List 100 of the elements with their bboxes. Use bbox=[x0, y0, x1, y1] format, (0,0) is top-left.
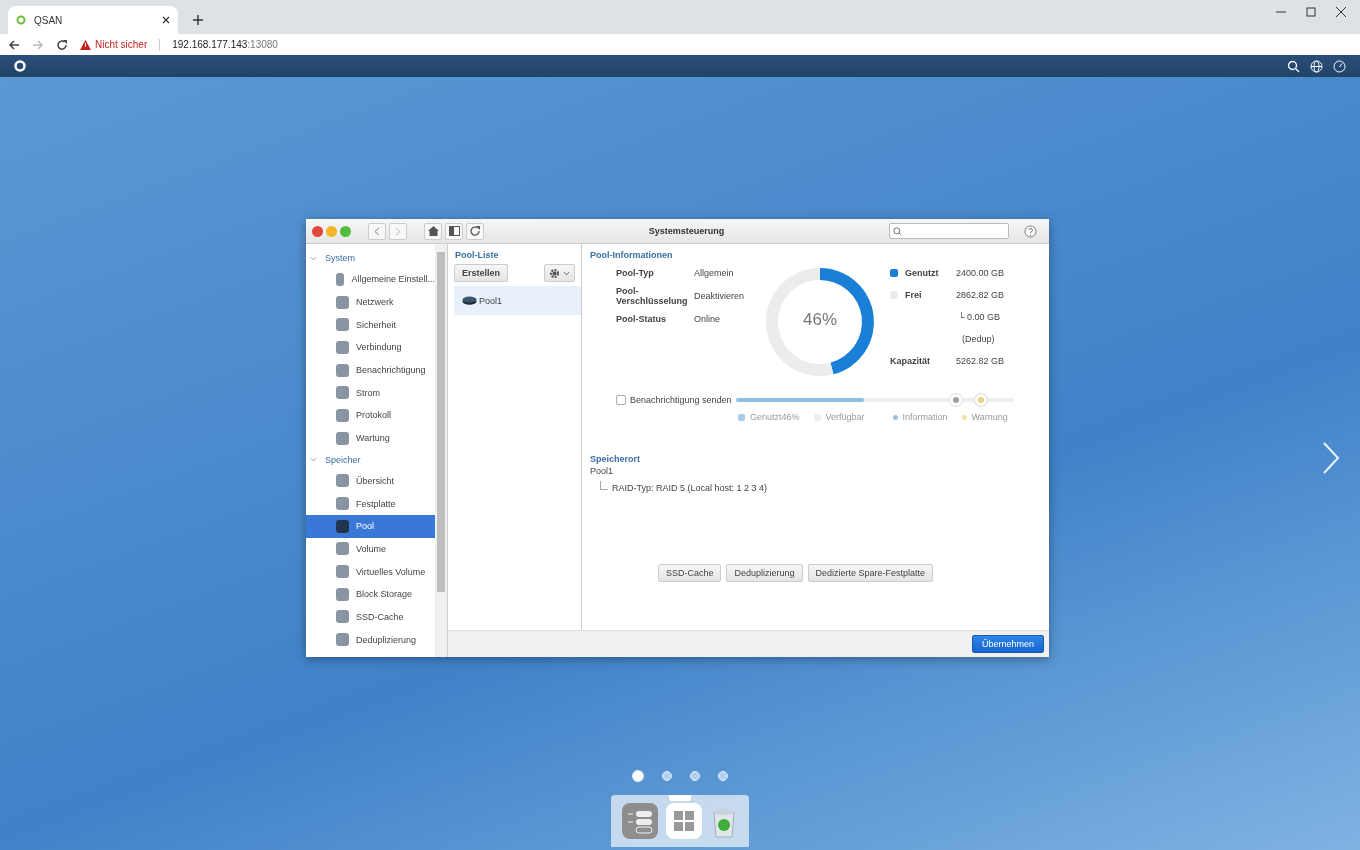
chevron-left-icon bbox=[374, 226, 380, 236]
field-label: Pool-Status bbox=[616, 314, 667, 324]
search-icon[interactable] bbox=[1287, 59, 1300, 73]
section-label[interactable]: Speicher bbox=[325, 454, 361, 465]
sidebar-item[interactable]: Sicherheit bbox=[306, 313, 435, 337]
page-dot[interactable] bbox=[718, 771, 728, 781]
page-dot[interactable] bbox=[690, 771, 700, 781]
sidebar-item[interactable]: Deduplizierung bbox=[306, 628, 435, 651]
legend-value: 2862.82 GB bbox=[956, 290, 1005, 300]
action-button[interactable]: SSD-Cache bbox=[657, 564, 722, 582]
raid-info: RAID-Typ: RAID 5 (Local host: 1 2 3 4) bbox=[612, 483, 768, 493]
close-icon[interactable] bbox=[1336, 7, 1346, 17]
page-dot[interactable] bbox=[662, 771, 672, 781]
favicon-icon bbox=[16, 15, 26, 25]
item-label: Pool bbox=[356, 521, 374, 532]
item-label: SSD-Cache bbox=[356, 611, 404, 622]
tile-icon bbox=[336, 474, 349, 488]
action-button[interactable]: Dedizierte Spare-Festplatte bbox=[807, 564, 934, 582]
chevron-icon[interactable] bbox=[310, 255, 317, 261]
globe-icon[interactable] bbox=[1310, 59, 1323, 73]
pool-item[interactable]: Pool1 bbox=[454, 286, 581, 315]
settings-button[interactable] bbox=[544, 264, 575, 282]
grid-icon[interactable] bbox=[666, 803, 702, 839]
sidebar-item[interactable]: Strom bbox=[306, 381, 435, 405]
search-field[interactable] bbox=[889, 223, 1009, 239]
capacity-value: 5262.82 GB bbox=[956, 356, 1005, 366]
item-label: Block Storage bbox=[356, 589, 413, 600]
chevron-right-icon[interactable] bbox=[1322, 441, 1340, 475]
legend-label: Verfügbar bbox=[825, 412, 865, 422]
dock-handle[interactable] bbox=[669, 795, 691, 801]
sidebar-item[interactable]: Übersicht bbox=[306, 469, 435, 493]
tile-icon bbox=[336, 519, 349, 533]
item-label: Virtuelles Volume bbox=[356, 566, 426, 577]
forward-button[interactable] bbox=[389, 222, 407, 240]
search-icon bbox=[893, 226, 902, 236]
sidebar-item[interactable]: Virtuelles Volume bbox=[306, 560, 435, 583]
item-label: Strom bbox=[356, 387, 380, 398]
sidebar-item[interactable]: Wartung bbox=[306, 426, 435, 450]
toggles-icon[interactable] bbox=[622, 803, 658, 839]
chevron-icon[interactable] bbox=[310, 457, 317, 462]
dedup-label: (Dedup) bbox=[961, 334, 996, 344]
sidebar-item[interactable]: Benachrichtigung bbox=[306, 358, 435, 382]
sidebar-item[interactable]: Pool bbox=[306, 514, 435, 538]
item-label: Sicherheit bbox=[356, 319, 397, 330]
legend-label: Frei bbox=[905, 290, 922, 300]
scrollbar[interactable] bbox=[435, 244, 447, 657]
forward-icon[interactable] bbox=[32, 38, 44, 51]
sidebar-item[interactable]: Allgemeine Einstell... bbox=[306, 268, 435, 291]
panel-toggle-button[interactable] bbox=[445, 222, 463, 240]
tile-icon bbox=[336, 363, 349, 377]
usage-slider[interactable] bbox=[736, 394, 1014, 406]
refresh-button[interactable] bbox=[466, 222, 484, 240]
tile-icon bbox=[336, 340, 349, 354]
warning-icon bbox=[80, 39, 91, 50]
item-label: Pool1 bbox=[479, 295, 503, 306]
sidebar-item[interactable]: Protokoll bbox=[306, 404, 435, 427]
back-icon[interactable] bbox=[8, 38, 20, 51]
create-button[interactable]: Erstellen bbox=[454, 264, 509, 282]
percent-label: 46% bbox=[802, 310, 838, 330]
tile-icon bbox=[336, 497, 349, 511]
apply-button[interactable]: Übernehmen bbox=[971, 635, 1044, 653]
sidebar-item[interactable]: Festplatte bbox=[306, 492, 435, 515]
settings-icon bbox=[549, 267, 560, 279]
pool-name: Pool1 bbox=[590, 466, 615, 476]
window-title: Systemsteuerung bbox=[647, 226, 726, 236]
tile-icon bbox=[336, 408, 349, 422]
dedup-value: └ 0.00 GB bbox=[957, 312, 1001, 322]
sidebar-item[interactable]: Netzwerk bbox=[306, 290, 435, 314]
tile-icon bbox=[336, 272, 345, 286]
gauge-icon[interactable] bbox=[1333, 59, 1346, 73]
item-label: Allgemeine Einstell... bbox=[351, 274, 435, 285]
tab-title: QSAN bbox=[34, 14, 64, 26]
slider-handle[interactable] bbox=[974, 394, 987, 406]
action-button[interactable]: Deduplizierung bbox=[726, 564, 803, 582]
sidebar-item[interactable]: Block Storage bbox=[306, 582, 435, 606]
item-label: Festplatte bbox=[356, 498, 396, 509]
item-label: Wartung bbox=[356, 433, 390, 444]
help-icon[interactable] bbox=[1024, 224, 1037, 238]
field-label: Pool-Verschlüsselung bbox=[616, 286, 689, 306]
maximize-icon[interactable] bbox=[1306, 7, 1316, 17]
sidebar-item[interactable]: SSD-Cache bbox=[306, 605, 435, 629]
browser-tab[interactable]: QSAN bbox=[8, 6, 178, 34]
close-icon[interactable] bbox=[162, 16, 170, 24]
slider-handle[interactable] bbox=[949, 394, 962, 406]
sidebar-item[interactable]: Verbindung bbox=[306, 336, 435, 359]
new-tab-icon[interactable] bbox=[192, 14, 204, 26]
home-button[interactable] bbox=[424, 222, 442, 240]
checkbox-label: Benachrichtigung senden bbox=[630, 395, 733, 405]
legend-value: 2400.00 GB bbox=[956, 268, 1005, 278]
section-title: Pool-Informationen bbox=[590, 250, 674, 260]
maximize-icon[interactable] bbox=[340, 225, 351, 237]
back-button[interactable] bbox=[368, 222, 386, 240]
section-label[interactable]: System bbox=[325, 253, 355, 263]
reload-icon[interactable] bbox=[56, 38, 68, 51]
checkbox[interactable] bbox=[616, 395, 626, 405]
minimize-icon[interactable] bbox=[326, 225, 337, 237]
url-text[interactable]: 192.168.177.143:13080 bbox=[172, 39, 278, 50]
security-label[interactable]: Nicht sicher bbox=[95, 39, 148, 50]
page-dot[interactable] bbox=[632, 770, 644, 782]
sidebar-item[interactable]: Volume bbox=[306, 537, 435, 561]
